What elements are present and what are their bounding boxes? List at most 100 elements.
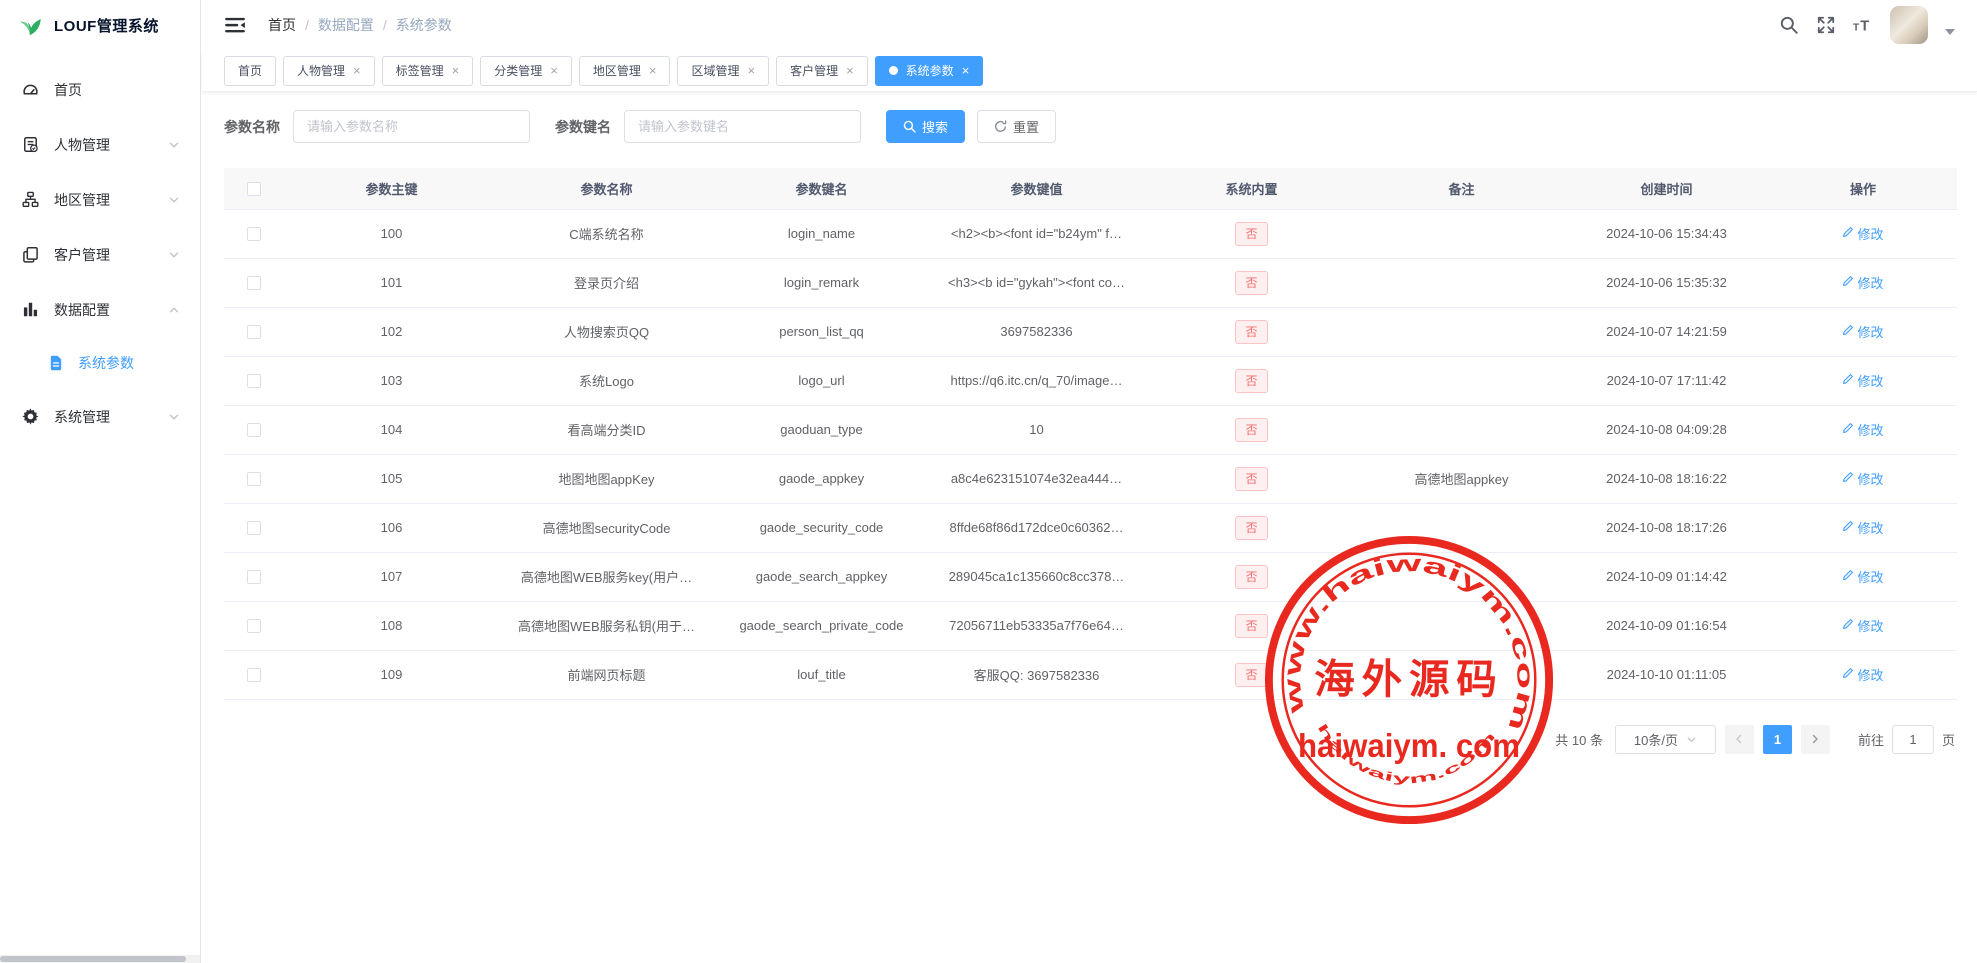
row-checkbox[interactable]: [247, 668, 261, 682]
row-checkbox[interactable]: [247, 374, 261, 388]
tab-客户管理[interactable]: 客户管理×: [776, 56, 868, 86]
sidebar-scrollbar[interactable]: [0, 955, 200, 963]
select-all-checkbox[interactable]: [247, 182, 261, 196]
page-size-select[interactable]: 10条/页: [1615, 725, 1716, 754]
cell-param-value: https://q6.itc.cn/q_70/image…: [929, 356, 1144, 405]
fullscreen-icon[interactable]: [1816, 15, 1836, 35]
cell-created-time: 2024-10-06 15:34:43: [1564, 209, 1769, 258]
tab-close-icon[interactable]: ×: [747, 64, 755, 77]
col-header: 备注: [1359, 168, 1564, 209]
param-name-input[interactable]: [293, 110, 530, 143]
sidebar-menu: 首页人物管理地区管理客户管理数据配置系统参数系统管理: [0, 50, 200, 444]
tab-标签管理[interactable]: 标签管理×: [382, 56, 474, 86]
edit-link[interactable]: 修改: [1842, 420, 1883, 439]
breadcrumb: 首页 / 数据配置 / 系统参数: [268, 15, 452, 35]
row-checkbox[interactable]: [247, 570, 261, 584]
row-checkbox[interactable]: [247, 472, 261, 486]
search-icon: [903, 120, 916, 133]
cell-remark: [1359, 503, 1564, 552]
cell-param-value: 3697582336: [929, 307, 1144, 356]
reset-button[interactable]: 重置: [977, 110, 1056, 143]
sidebar-item-region[interactable]: 地区管理: [0, 172, 200, 227]
sidebar-item-system[interactable]: 系统管理: [0, 389, 200, 444]
sidebar-item-data[interactable]: 数据配置: [0, 282, 200, 337]
row-checkbox[interactable]: [247, 619, 261, 633]
tab-close-icon[interactable]: ×: [649, 64, 657, 77]
cell-param-key: louf_title: [714, 650, 929, 699]
tab-人物管理[interactable]: 人物管理×: [283, 56, 375, 86]
cell-param-key: login_remark: [714, 258, 929, 307]
builtin-badge: 否: [1235, 320, 1267, 344]
tab-分类管理[interactable]: 分类管理×: [480, 56, 572, 86]
font-size-icon[interactable]: T T: [1853, 15, 1873, 35]
tab-首页[interactable]: 首页: [224, 56, 276, 86]
sidebar-subitem-sysparam[interactable]: 系统参数: [0, 337, 200, 389]
edit-link[interactable]: 修改: [1842, 518, 1883, 537]
goto-label: 前往: [1858, 730, 1884, 749]
edit-link[interactable]: 修改: [1842, 616, 1883, 635]
copy-icon: [22, 246, 40, 264]
cell-param-key: gaode_search_appkey: [714, 552, 929, 601]
param-key-input[interactable]: [624, 110, 861, 143]
cell-param-name: 前端网页标题: [499, 650, 714, 699]
breadcrumb-home[interactable]: 首页: [268, 15, 296, 35]
cell-param-value: a8c4e623151074e32ea444…: [929, 454, 1144, 503]
cell-created-time: 2024-10-08 18:17:26: [1564, 503, 1769, 552]
builtin-badge: 否: [1235, 369, 1267, 393]
cell-param-value: 8ffde68f86d172dce0c60362…: [929, 503, 1144, 552]
tab-close-icon[interactable]: ×: [962, 64, 970, 77]
edit-link[interactable]: 修改: [1842, 224, 1883, 243]
sidebar-item-customer[interactable]: 客户管理: [0, 227, 200, 282]
cell-remark: [1359, 209, 1564, 258]
page-number-button[interactable]: 1: [1763, 725, 1792, 754]
search-button[interactable]: 搜索: [886, 110, 965, 143]
row-checkbox[interactable]: [247, 227, 261, 241]
tab-close-icon[interactable]: ×: [846, 64, 854, 77]
tab-close-icon[interactable]: ×: [452, 64, 460, 77]
param-table: 参数主键 参数名称 参数键名 参数键值 系统内置 备注 创建时间 操作 100C…: [224, 168, 1955, 700]
total-count: 共 10 条: [1555, 730, 1603, 749]
edit-link[interactable]: 修改: [1842, 322, 1883, 341]
col-header: 参数键值: [929, 168, 1144, 209]
col-header: 参数名称: [499, 168, 714, 209]
row-checkbox[interactable]: [247, 521, 261, 535]
cell-param-value: <h3><b id="gykah"><font co…: [929, 258, 1144, 307]
cell-param-id: 107: [284, 552, 499, 601]
sidebar-item-home[interactable]: 首页: [0, 62, 200, 117]
search-icon[interactable]: [1779, 15, 1799, 35]
edit-link[interactable]: 修改: [1842, 273, 1883, 292]
tab-系统参数[interactable]: 系统参数×: [875, 56, 984, 86]
prev-page-button[interactable]: [1725, 725, 1754, 754]
cell-param-name: 高德地图WEB服务私钥(用于…: [499, 601, 714, 650]
breadcrumb-separator: /: [305, 17, 309, 33]
goto-page-input[interactable]: [1892, 725, 1934, 754]
sidebar-item-person[interactable]: 人物管理: [0, 117, 200, 172]
builtin-badge: 否: [1235, 516, 1267, 540]
tab-close-icon[interactable]: ×: [550, 64, 558, 77]
edit-link[interactable]: 修改: [1842, 665, 1883, 684]
tab-close-icon[interactable]: ×: [353, 64, 361, 77]
next-page-button[interactable]: [1801, 725, 1830, 754]
cell-created-time: 2024-10-06 15:35:32: [1564, 258, 1769, 307]
edit-link[interactable]: 修改: [1842, 371, 1883, 390]
edit-link[interactable]: 修改: [1842, 469, 1883, 488]
edit-link[interactable]: 修改: [1842, 567, 1883, 586]
collapse-menu-icon[interactable]: [224, 14, 246, 36]
pencil-icon: [1842, 618, 1854, 633]
gear-icon: [22, 408, 40, 426]
avatar[interactable]: [1890, 6, 1928, 44]
sidebar-item-label: 首页: [54, 80, 180, 100]
tab-地区管理[interactable]: 地区管理×: [579, 56, 671, 86]
chevron-down-icon: [168, 249, 180, 261]
row-checkbox[interactable]: [247, 276, 261, 290]
tab-区域管理[interactable]: 区域管理×: [677, 56, 769, 86]
cell-created-time: 2024-10-07 17:11:42: [1564, 356, 1769, 405]
breadcrumb-item: 数据配置: [318, 15, 374, 35]
cell-param-id: 103: [284, 356, 499, 405]
svg-text:T: T: [1860, 18, 1869, 34]
row-checkbox[interactable]: [247, 325, 261, 339]
chevron-down-icon[interactable]: [1945, 29, 1955, 35]
cell-param-id: 102: [284, 307, 499, 356]
cell-param-value: <h2><b><font id="b24ym" f…: [929, 209, 1144, 258]
row-checkbox[interactable]: [247, 423, 261, 437]
